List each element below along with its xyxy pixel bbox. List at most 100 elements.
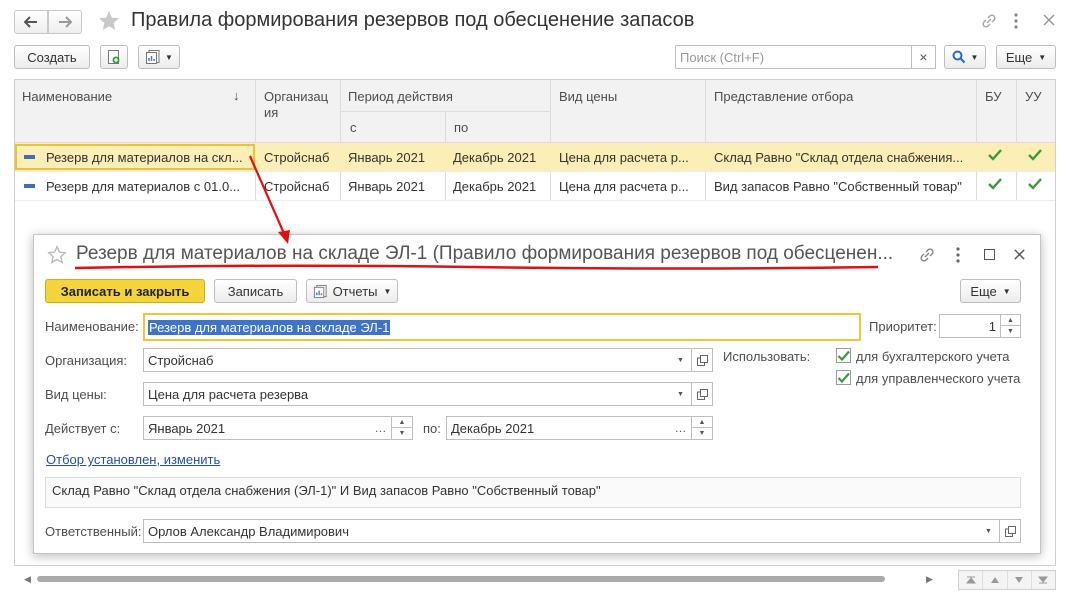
close-icon[interactable] <box>1013 248 1026 264</box>
scroll-left-arrow-icon[interactable]: ◀ <box>24 574 31 585</box>
column-header-price-type[interactable]: Вид цены <box>559 89 617 104</box>
responsible-dropdown-button[interactable]: ▼ <box>978 519 1000 543</box>
open-form-icon <box>696 354 708 366</box>
dropdown-arrow-icon: ▼ <box>1002 286 1011 296</box>
scroll-up-icon[interactable] <box>983 571 1008 589</box>
price-type-input[interactable]: Цена для расчета резерва <box>143 382 671 406</box>
save-and-close-button[interactable]: Записать и закрыть <box>45 279 205 303</box>
filter-presentation: Склад Равно "Склад отдела снабжения (ЭЛ-… <box>45 477 1021 508</box>
use-uu-checkbox[interactable] <box>836 370 851 385</box>
valid-to-decrement-button[interactable]: ▼ <box>692 428 713 440</box>
dropdown-arrow-icon: ▼ <box>383 286 392 296</box>
row-period-from: Январь 2021 <box>348 179 426 194</box>
row-filter: Склад Равно "Склад отдела снабжения... <box>714 150 964 165</box>
reports-label: Отчеты <box>332 283 378 299</box>
reports-icon <box>313 284 327 298</box>
priority-input[interactable]: 1 <box>939 314 1001 338</box>
column-header-bu[interactable]: БУ <box>985 89 1002 104</box>
search-button[interactable]: ▼ <box>944 45 986 69</box>
more-button[interactable]: Еще ▼ <box>996 45 1056 69</box>
price-type-open-button[interactable] <box>692 382 713 406</box>
favorite-star-icon[interactable] <box>47 245 67 268</box>
responsible-label: Ответственный: <box>45 524 142 539</box>
copy-button[interactable] <box>100 45 128 69</box>
name-input[interactable]: Резерв для материалов на складе ЭЛ-1 <box>143 313 861 341</box>
name-value-selected: Резерв для материалов на складе ЭЛ-1 <box>148 319 391 335</box>
valid-from-decrement-button[interactable]: ▼ <box>392 428 413 440</box>
link-icon[interactable] <box>918 246 936 267</box>
use-uu-label: для управленческого учета <box>856 371 1021 386</box>
row-price-type: Цена для расчета р... <box>559 179 689 194</box>
reports-button[interactable]: Отчеты ▼ <box>306 279 398 303</box>
valid-to-input[interactable]: Декабрь 2021 <box>446 416 671 440</box>
row-period-to: Декабрь 2021 <box>453 150 537 165</box>
link-icon[interactable] <box>980 12 998 33</box>
scroll-bottom-icon[interactable] <box>1032 571 1055 589</box>
search-input[interactable]: Поиск (Ctrl+F) <box>675 45 912 69</box>
use-bu-label: для бухгалтерского учета <box>856 349 1010 364</box>
responsible-input[interactable]: Орлов Александр Владимирович <box>143 519 979 543</box>
horizontal-scrollbar-thumb[interactable] <box>37 576 885 582</box>
favorite-star-icon[interactable] <box>97 9 121 36</box>
close-icon[interactable] <box>1042 13 1056 30</box>
scroll-down-icon[interactable] <box>1008 571 1032 589</box>
priority-increment-button[interactable]: ▲ <box>1000 314 1021 326</box>
more-vertical-icon[interactable] <box>955 246 961 267</box>
column-header-filter[interactable]: Представление отбора <box>714 89 853 104</box>
price-type-dropdown-button[interactable]: ▼ <box>670 382 692 406</box>
open-form-icon <box>696 388 708 400</box>
row-name: Резерв для материалов с 01.0... <box>46 179 241 194</box>
valid-from-choose-button[interactable]: … <box>370 416 392 440</box>
back-button[interactable] <box>14 10 48 34</box>
valid-to-choose-button[interactable]: … <box>670 416 692 440</box>
reports-icon <box>146 50 160 64</box>
row-name: Резерв для материалов на скл... <box>46 150 243 165</box>
valid-from-increment-button[interactable]: ▲ <box>392 416 413 428</box>
arrow-left-icon <box>24 16 37 28</box>
save-button[interactable]: Записать <box>214 279 297 303</box>
item-marker-icon <box>24 184 35 188</box>
filter-settings-link[interactable]: Отбор установлен, изменить <box>46 452 220 467</box>
valid-to-increment-button[interactable]: ▲ <box>692 416 713 428</box>
row-filter: Вид запасов Равно "Собственный товар" <box>714 179 962 194</box>
priority-decrement-button[interactable]: ▼ <box>1000 326 1021 338</box>
column-header-period[interactable]: Период действия <box>348 89 453 104</box>
more-vertical-icon[interactable] <box>1013 12 1019 33</box>
clear-search-button[interactable]: × <box>912 45 936 69</box>
checkmark-icon <box>1027 148 1043 165</box>
copy-document-icon <box>108 50 120 64</box>
organization-dropdown-button[interactable]: ▼ <box>670 348 692 372</box>
scroll-right-arrow-icon[interactable]: ▶ <box>926 574 933 585</box>
dialog-more-button[interactable]: Еще ▼ <box>960 279 1021 303</box>
red-arrow-annotation <box>248 155 290 244</box>
reports-menu-button[interactable]: ▼ <box>138 45 180 69</box>
use-bu-checkbox[interactable] <box>836 348 851 363</box>
scroll-top-icon[interactable] <box>959 571 984 589</box>
priority-label: Приоритет: <box>869 319 937 334</box>
sort-descending-icon: ↓ <box>233 88 240 103</box>
price-type-label: Вид цены: <box>45 387 107 402</box>
checkmark-icon <box>987 148 1003 165</box>
maximize-icon[interactable] <box>984 249 995 260</box>
column-header-period-from[interactable]: с <box>350 120 357 135</box>
column-header-organization[interactable]: Организац ия <box>264 89 338 121</box>
forward-button[interactable] <box>48 10 82 34</box>
dropdown-arrow-icon: ▼ <box>1038 52 1047 62</box>
row-period-from: Январь 2021 <box>348 150 426 165</box>
valid-to-label: по: <box>423 421 441 436</box>
row-period-to: Декабрь 2021 <box>453 179 537 194</box>
use-label: Использовать: <box>723 349 811 364</box>
name-label: Наименование: <box>45 319 139 334</box>
column-header-name[interactable]: Наименование <box>22 89 112 104</box>
item-marker-icon <box>24 155 35 159</box>
column-header-period-to[interactable]: по <box>454 120 468 135</box>
valid-from-input[interactable]: Январь 2021 <box>143 416 371 440</box>
responsible-open-button[interactable] <box>1000 519 1021 543</box>
column-header-uu[interactable]: УУ <box>1025 89 1042 104</box>
create-button[interactable]: Создать <box>14 45 90 69</box>
open-form-icon <box>1004 525 1016 537</box>
organization-input[interactable]: Стройснаб <box>143 348 671 372</box>
organization-open-button[interactable] <box>692 348 713 372</box>
row-price-type: Цена для расчета р... <box>559 150 689 165</box>
dialog-more-label: Еще <box>970 283 997 299</box>
